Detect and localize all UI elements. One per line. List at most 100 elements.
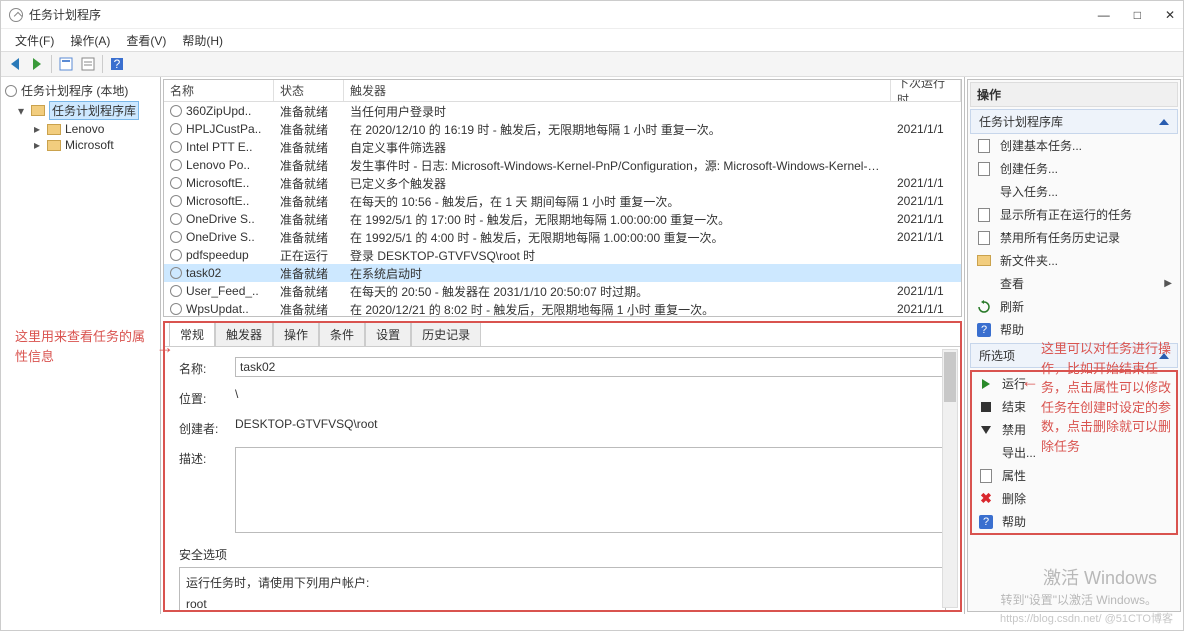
name-field[interactable] [235,357,946,377]
action-refresh[interactable]: 刷新 [970,295,1178,318]
detail-scrollbar[interactable] [942,349,958,608]
collapse-icon[interactable]: ▾ [15,104,27,118]
tree-library-label: 任务计划程序库 [49,101,139,120]
col-next[interactable]: 下次运行时 [891,80,961,101]
task-row[interactable]: WpsUpdat..准备就绪在 2020/12/21 的 8:02 时 - 触发… [164,300,961,317]
arrow-right-icon [33,58,41,70]
menu-help[interactable]: 帮助(H) [174,30,231,51]
col-status[interactable]: 状态 [274,80,344,101]
action-view[interactable]: 查看▶ [970,272,1178,295]
actions-header-label: 操作 [977,86,1001,103]
action-properties[interactable]: 属性 [972,464,1176,487]
action-run[interactable]: 运行 [972,372,1176,395]
actions-group-library: 任务计划程序库 [970,109,1178,134]
task-name: task02 [186,266,221,280]
col-trigger[interactable]: 触发器 [344,80,891,101]
menu-file[interactable]: 文件(F) [7,30,62,51]
task-list-header: 名称 状态 触发器 下次运行时 [164,80,961,102]
action-disable[interactable]: 禁用 [972,418,1176,441]
description-field[interactable] [235,447,946,533]
task-row[interactable]: Intel PTT E..准备就绪自定义事件筛选器 [164,138,961,156]
action-label: 结束 [1002,398,1026,415]
task-trigger: 登录 DESKTOP-GTVFVSQ\root 时 [344,247,891,264]
task-trigger: 在 1992/5/1 的 4:00 时 - 触发后，无限期地每隔 1.00:00… [344,229,891,246]
description-label: 描述: [179,447,235,467]
action-show-running[interactable]: 显示所有正在运行的任务 [970,203,1178,226]
task-list-body: 360ZipUpd..准备就绪当任何用户登录时HPLJCustPa..准备就绪在… [164,102,961,317]
action-help[interactable]: ?帮助 [970,318,1178,341]
tab-general[interactable]: 常规 [169,322,215,346]
tree-root-label: 任务计划程序 (本地) [21,82,128,99]
action-disable-history[interactable]: 禁用所有任务历史记录 [970,226,1178,249]
tree-root[interactable]: 任务计划程序 (本地) [5,81,156,100]
task-row[interactable]: OneDrive S..准备就绪在 1992/5/1 的 17:00 时 - 触… [164,210,961,228]
window-title: 任务计划程序 [29,6,101,23]
tab-history[interactable]: 历史记录 [411,322,481,346]
toolbar-btn-1[interactable] [56,54,76,74]
separator [102,55,103,73]
actions-group-selected: 所选项 [970,343,1178,368]
center-pane: 名称 状态 触发器 下次运行时 360ZipUpd..准备就绪当任何用户登录时H… [161,77,965,614]
task-row[interactable]: MicrosoftE..准备就绪在每天的 10:56 - 触发后，在 1 天 期… [164,192,961,210]
menu-action[interactable]: 操作(A) [62,30,118,51]
action-create-basic[interactable]: 创建基本任务... [970,134,1178,157]
task-row[interactable]: User_Feed_..准备就绪在每天的 20:50 - 触发器在 2031/1… [164,282,961,300]
task-row[interactable]: task02准备就绪在系统启动时 [164,264,961,282]
help-icon-button[interactable]: ? [107,54,127,74]
toolbar-btn-2[interactable] [78,54,98,74]
action-delete[interactable]: ✖删除 [972,487,1176,510]
scrollbar-thumb[interactable] [944,352,956,402]
tab-triggers[interactable]: 触发器 [215,322,273,346]
maximize-button[interactable]: □ [1134,8,1141,22]
task-row[interactable]: Lenovo Po..准备就绪发生事件时 - 日志: Microsoft-Win… [164,156,961,174]
clock-icon [170,159,182,171]
clock-icon [170,123,182,135]
author-label: 创建者: [179,417,235,437]
doc-icon [978,139,990,153]
tree-node-microsoft[interactable]: ▸ Microsoft [5,137,156,153]
action-label: 导入任务... [1000,183,1058,200]
window-controls: — □ ✕ [1098,8,1175,22]
tree-library[interactable]: ▾ 任务计划程序库 [5,100,156,121]
back-button[interactable] [5,54,25,74]
action-label: 查看 [1000,275,1024,292]
expand-icon[interactable]: ▸ [31,138,43,152]
action-import[interactable]: 导入任务... [970,180,1178,203]
security-title: 安全选项 [179,546,946,563]
task-row[interactable]: pdfspeedup正在运行登录 DESKTOP-GTVFVSQ\root 时 [164,246,961,264]
task-row[interactable]: OneDrive S..准备就绪在 1992/5/1 的 4:00 时 - 触发… [164,228,961,246]
action-help-2[interactable]: ?帮助 [972,510,1176,533]
task-status: 准备就绪 [274,175,344,192]
task-trigger: 在 2020/12/10 的 16:19 时 - 触发后，无限期地每隔 1 小时… [344,121,891,138]
action-export[interactable]: 导出... [972,441,1176,464]
task-list: 名称 状态 触发器 下次运行时 360ZipUpd..准备就绪当任何用户登录时H… [163,79,962,317]
task-row[interactable]: HPLJCustPa..准备就绪在 2020/12/10 的 16:19 时 -… [164,120,961,138]
forward-button[interactable] [27,54,47,74]
annotation-arrow-left: → [156,337,174,358]
minimize-button[interactable]: — [1098,8,1110,22]
task-name: pdfspeedup [186,248,249,262]
task-trigger: 自定义事件筛选器 [344,139,891,156]
menu-view[interactable]: 查看(V) [118,30,174,51]
tree-node-lenovo[interactable]: ▸ Lenovo [5,121,156,137]
location-value: \ [235,387,946,401]
action-label: 禁用所有任务历史记录 [1000,229,1120,246]
tab-settings[interactable]: 设置 [365,322,411,346]
task-status: 准备就绪 [274,139,344,156]
actions-group-label: 所选项 [979,347,1015,364]
action-label: 新文件夹... [1000,252,1058,269]
action-new-folder[interactable]: 新文件夹... [970,249,1178,272]
task-row[interactable]: MicrosoftE..准备就绪已定义多个触发器2021/1/1 [164,174,961,192]
close-button[interactable]: ✕ [1165,8,1175,22]
task-row[interactable]: 360ZipUpd..准备就绪当任何用户登录时 [164,102,961,120]
play-icon [982,379,990,389]
titlebar: 任务计划程序 — □ ✕ [1,1,1183,29]
tab-conditions[interactable]: 条件 [319,322,365,346]
clock-icon [170,249,182,261]
col-name[interactable]: 名称 [164,80,274,101]
tab-actions[interactable]: 操作 [273,322,319,346]
action-label: 创建任务... [1000,160,1058,177]
action-create[interactable]: 创建任务... [970,157,1178,180]
expand-icon[interactable]: ▸ [31,122,43,136]
action-end[interactable]: 结束 [972,395,1176,418]
